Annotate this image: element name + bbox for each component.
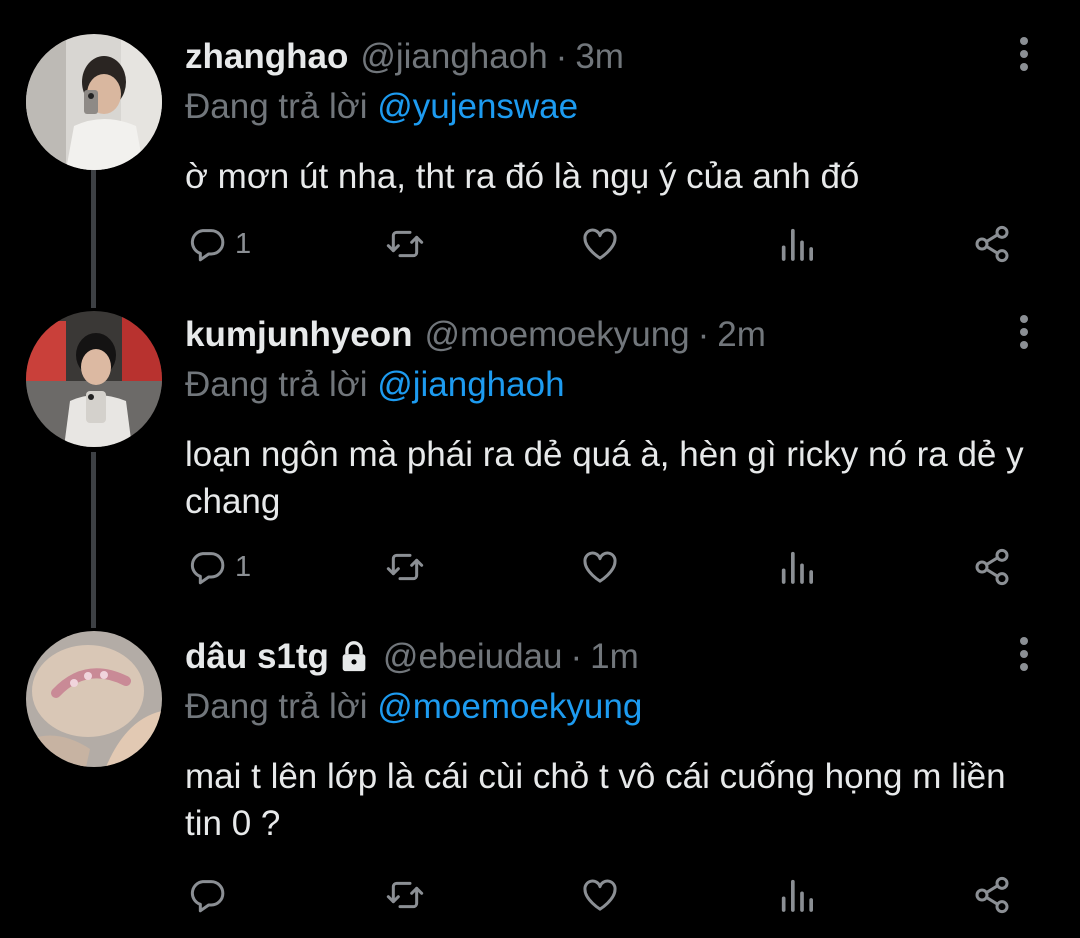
separator-dot: ·	[697, 315, 710, 354]
tweet-text: loạn ngôn mà phái ra dẻ quá à, hèn gì ri…	[185, 435, 1024, 521]
avatar[interactable]	[26, 631, 162, 767]
views-button[interactable]	[777, 870, 817, 920]
reply-count: 1	[235, 227, 252, 260]
retweet-icon	[386, 230, 424, 258]
user-handle[interactable]: @ebeiudau	[383, 637, 563, 677]
more-vertical-icon[interactable]	[1018, 315, 1030, 355]
display-name[interactable]: kumjunhyeon	[185, 315, 413, 355]
share-icon	[975, 876, 1009, 914]
replying-to-label: Đang trả lời	[185, 87, 368, 126]
reply-mention-link[interactable]: @moemoekyung	[377, 687, 642, 726]
display-name[interactable]: zhanghao	[185, 37, 348, 77]
views-icon	[781, 228, 813, 261]
tweet-actions	[185, 870, 1025, 920]
reply-button[interactable]: 1	[187, 542, 251, 592]
replying-to: Đang trả lời @yujenswae	[185, 83, 1040, 131]
reply-button[interactable]: 1	[187, 219, 251, 269]
tweet-text: ờ mơn út nha, tht ra đó là ngụ ý của anh…	[185, 157, 860, 196]
heart-icon	[583, 551, 617, 583]
display-name[interactable]: dâu s1tg	[185, 637, 329, 677]
retweet-button[interactable]	[385, 219, 425, 269]
tweet-actions: 1	[185, 542, 1025, 592]
share-icon	[975, 225, 1009, 263]
share-button[interactable]	[972, 870, 1012, 920]
tweet-text: mai t lên lớp là cái cùi chỏ t vô cái cu…	[185, 757, 1006, 843]
timestamp[interactable]: 2m	[717, 315, 766, 355]
tweet[interactable]: dâu s1tg @ebeiudau · 1m Đang trả lời @mo…	[0, 625, 1080, 938]
reply-button[interactable]	[187, 870, 235, 920]
reply-mention-link[interactable]: @jianghaoh	[377, 365, 564, 404]
reply-icon	[190, 880, 225, 913]
like-button[interactable]	[580, 219, 620, 269]
separator-dot: ·	[555, 37, 568, 76]
user-handle[interactable]: @moemoekyung	[425, 315, 690, 355]
reply-icon	[190, 552, 225, 585]
retweet-button[interactable]	[385, 542, 425, 592]
lock-icon	[342, 641, 366, 672]
replying-to: Đang trả lời @moemoekyung	[185, 683, 1040, 731]
replying-to: Đang trả lời @jianghaoh	[185, 361, 1040, 409]
tweet-actions: 1	[185, 219, 1025, 269]
views-button[interactable]	[777, 542, 817, 592]
tweet[interactable]: zhanghao @jianghaoh · 3m Đang trả lời @y…	[0, 0, 1080, 305]
more-vertical-icon[interactable]	[1018, 637, 1030, 677]
timestamp[interactable]: 1m	[590, 637, 639, 677]
heart-icon	[583, 879, 617, 911]
avatar[interactable]	[26, 311, 162, 447]
timestamp[interactable]: 3m	[575, 37, 624, 77]
share-icon	[975, 548, 1009, 586]
like-button[interactable]	[580, 870, 620, 920]
views-icon	[781, 551, 813, 584]
views-button[interactable]	[777, 219, 817, 269]
user-handle[interactable]: @jianghaoh	[360, 37, 547, 77]
replying-to-label: Đang trả lời	[185, 687, 368, 726]
views-icon	[781, 879, 813, 912]
replying-to-label: Đang trả lời	[185, 365, 368, 404]
reply-count: 1	[235, 550, 252, 583]
avatar[interactable]	[26, 34, 162, 170]
retweet-icon	[386, 553, 424, 581]
heart-icon	[583, 228, 617, 260]
retweet-icon	[386, 881, 424, 909]
retweet-button[interactable]	[385, 870, 425, 920]
tweet[interactable]: kumjunhyeon @moemoekyung · 2m Đang trả l…	[0, 305, 1080, 625]
like-button[interactable]	[580, 542, 620, 592]
more-vertical-icon[interactable]	[1018, 37, 1030, 77]
share-button[interactable]	[972, 219, 1012, 269]
separator-dot: ·	[570, 637, 583, 676]
reply-icon	[190, 229, 225, 262]
reply-mention-link[interactable]: @yujenswae	[377, 87, 578, 126]
share-button[interactable]	[972, 542, 1012, 592]
